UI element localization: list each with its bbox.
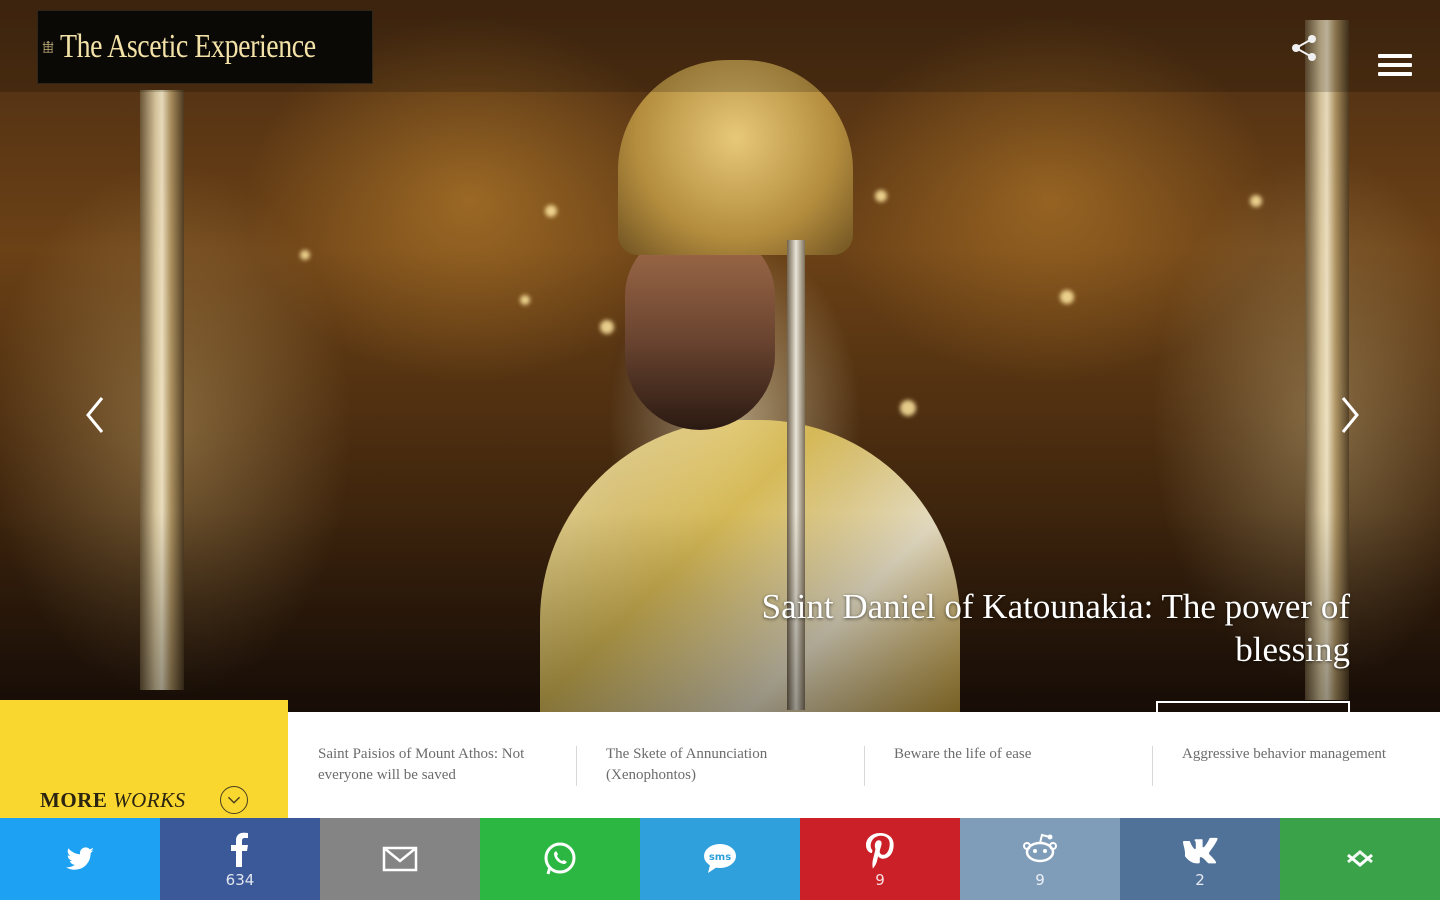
related-article-link[interactable]: Beware the life of ease [864, 744, 1152, 818]
pinterest-share-count: 9 [875, 871, 885, 889]
twitter-share-button[interactable] [0, 818, 160, 900]
pinterest-share-button[interactable]: 9 [800, 818, 960, 900]
pinterest-icon [866, 833, 894, 869]
more-works-panel[interactable]: MORE WORKS [0, 700, 288, 818]
reddit-icon [1023, 833, 1057, 863]
top-bar: The Ascetic Experience [0, 0, 1440, 92]
logo-text: The Ascetic Experience [60, 28, 316, 65]
related-article-link[interactable]: Aggressive behavior management [1152, 744, 1440, 818]
facebook-icon [231, 832, 248, 867]
reddit-share-button[interactable]: 9 [960, 818, 1120, 900]
social-share-bar: 634 sms 9 9 2 [0, 818, 1440, 900]
email-icon [382, 846, 418, 872]
hero-headline[interactable]: Saint Daniel of Katounakia: The power of… [750, 585, 1350, 671]
hero-candle-light [545, 205, 557, 217]
hero-candle-light [520, 295, 530, 305]
hero-read-more-button[interactable] [1156, 701, 1350, 712]
sms-icon: sms [704, 844, 736, 873]
email-share-button[interactable] [320, 818, 480, 900]
hero-figure-head [625, 230, 775, 430]
hero-candle-light [875, 190, 887, 202]
chevron-down-icon[interactable] [220, 786, 248, 814]
whatsapp-icon [544, 842, 576, 875]
vk-share-button[interactable]: 2 [1120, 818, 1280, 900]
slider-prev-arrow-icon[interactable] [80, 390, 110, 440]
facebook-share-button[interactable]: 634 [160, 818, 320, 900]
vk-share-count: 2 [1195, 871, 1205, 889]
hero-slideshow[interactable]: Saint Daniel of Katounakia: The power of… [0, 0, 1440, 712]
hamburger-menu-icon[interactable] [1378, 54, 1412, 82]
facebook-share-count: 634 [225, 871, 255, 889]
site-logo[interactable]: The Ascetic Experience [37, 10, 373, 84]
more-works-label: MORE WORKS [40, 788, 186, 813]
related-article-link[interactable]: Saint Paisios of Mount Athos: Not everyo… [288, 744, 576, 818]
reddit-share-count: 9 [1035, 871, 1045, 889]
more-share-button[interactable] [1280, 818, 1440, 900]
slider-next-arrow-icon[interactable] [1335, 390, 1365, 440]
hero-candle-light [300, 250, 310, 260]
svg-text:sms: sms [709, 852, 731, 863]
twitter-icon [66, 847, 94, 870]
hero-candle-light [1060, 290, 1074, 304]
related-article-link[interactable]: The Skete of Annunciation (Xenophontos) [576, 744, 864, 818]
more-works-label-italic: WORKS [113, 788, 186, 812]
whatsapp-share-button[interactable] [480, 818, 640, 900]
related-articles: Saint Paisios of Mount Athos: Not everyo… [288, 712, 1440, 818]
sms-share-button[interactable]: sms [640, 818, 800, 900]
hero-candle-light [900, 400, 916, 416]
more-works-label-bold: MORE [40, 788, 108, 812]
hero-candle-light [1250, 195, 1262, 207]
vk-icon [1183, 837, 1218, 864]
cross-logo-icon [42, 40, 54, 53]
more-share-icon [1347, 850, 1373, 867]
hero-candle-light [600, 320, 614, 334]
share-icon[interactable] [1290, 34, 1318, 62]
